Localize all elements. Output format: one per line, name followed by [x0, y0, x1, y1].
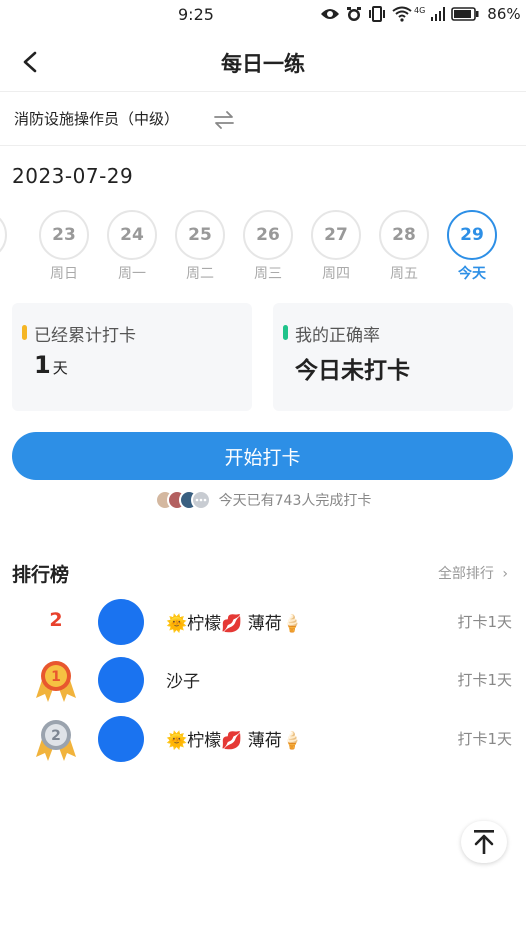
checkin-unit: 天 — [52, 359, 68, 377]
checkin-days: 打卡1天 — [457, 613, 512, 631]
completed-count-text: 今天已有743人完成打卡 — [218, 493, 372, 509]
status-bar: 9:25 4G 86% — [0, 0, 526, 32]
day-label: 周一 — [118, 266, 146, 282]
day-partial — [0, 208, 10, 260]
day-item[interactable]: 25 周二 — [172, 208, 228, 283]
day-item-today[interactable]: 29 今天 — [444, 208, 500, 283]
user-name: 沙子 — [166, 672, 200, 692]
status-icons: 4G 86% — [320, 5, 521, 23]
rank-number: 2 — [49, 609, 63, 631]
day-item[interactable]: 26 周三 — [240, 208, 296, 283]
avatar — [98, 716, 144, 762]
user-name: 🌞柠檬💋 薄荷🍦 — [166, 731, 303, 751]
checkin-value: 1天 — [34, 351, 68, 379]
day-item[interactable]: 24 周一 — [104, 208, 160, 283]
page-title: 每日一练 — [221, 52, 305, 76]
course-name[interactable]: 消防设施操作员（中级） — [14, 108, 179, 129]
avatar — [98, 657, 144, 703]
alarm-icon — [347, 7, 361, 21]
vibrate-icon — [369, 6, 385, 22]
checkin-count: 1 — [34, 351, 51, 379]
day-number: 25 — [175, 210, 225, 260]
day-label: 今天 — [458, 266, 486, 282]
day-item[interactable]: 27 周四 — [308, 208, 364, 283]
ranking-row[interactable]: 2 🌞柠檬💋 薄荷🍦 打卡1天 — [0, 594, 526, 652]
gold-medal-icon: 1 — [36, 661, 76, 702]
day-item[interactable]: 28 周五 — [376, 208, 432, 283]
app-header: 每日一练 — [0, 32, 526, 92]
day-number: 26 — [243, 210, 293, 260]
checkin-days: 打卡1天 — [457, 730, 512, 748]
day-label: 周日 — [50, 266, 78, 282]
day-label: 周三 — [254, 266, 282, 282]
week-strip: 23 周日 24 周一 25 周二 26 周三 27 周四 28 周五 29 今… — [0, 208, 526, 284]
day-item[interactable]: 23 周日 — [36, 208, 92, 283]
start-checkin-button[interactable]: 开始打卡 — [12, 432, 513, 480]
all-ranking-link[interactable]: 全部排行 › — [438, 563, 508, 583]
eye-icon — [321, 9, 339, 19]
more-icon — [190, 490, 211, 510]
status-time: 9:25 — [178, 5, 214, 24]
user-name: 🌞柠檬💋 薄荷🍦 — [166, 614, 303, 634]
day-label: 周五 — [390, 266, 418, 282]
battery-icon — [451, 7, 479, 21]
battery-percent: 86% — [487, 5, 521, 23]
ranking-row[interactable]: 1 沙子 打卡1天 — [0, 652, 526, 710]
completed-row: 今天已有743人完成打卡 — [0, 490, 526, 510]
signal-icon — [431, 7, 446, 21]
day-number: 27 — [311, 210, 361, 260]
silver-medal-icon: 2 — [36, 720, 76, 761]
chevron-right-icon: › — [502, 566, 508, 582]
avatar — [98, 599, 144, 645]
day-label: 周二 — [186, 266, 214, 282]
green-bar-icon — [283, 325, 288, 340]
day-number: 28 — [379, 210, 429, 260]
arrow-up-to-top-icon — [474, 830, 494, 854]
day-label: 周四 — [322, 266, 350, 282]
day-number: 23 — [39, 210, 89, 260]
wifi-icon — [392, 6, 412, 22]
accuracy-value: 今日未打卡 — [295, 358, 410, 384]
svg-text:1: 1 — [51, 669, 61, 685]
all-ranking-label: 全部排行 — [437, 566, 494, 582]
day-number: 24 — [107, 210, 157, 260]
day-number: 29 — [447, 210, 497, 260]
back-to-top-button[interactable] — [461, 821, 507, 863]
checkin-days: 打卡1天 — [457, 671, 512, 689]
avatar-stack — [154, 490, 215, 510]
accuracy-card: 我的正确率 今日未打卡 — [273, 303, 513, 411]
current-date: 2023-07-29 — [12, 164, 134, 188]
network-type-label: 4G — [414, 5, 426, 15]
yellow-bar-icon — [22, 325, 27, 340]
ranking-title: 排行榜 — [12, 564, 70, 586]
course-selector: 消防设施操作员（中级） — [0, 92, 526, 146]
ranking-row[interactable]: 2 🌞柠檬💋 薄荷🍦 打卡1天 — [0, 711, 526, 769]
checkin-card: 已经累计打卡 1天 — [12, 303, 252, 411]
accuracy-label: 我的正确率 — [295, 326, 380, 346]
checkin-label: 已经累计打卡 — [34, 326, 136, 346]
switch-icon[interactable] — [212, 110, 236, 130]
svg-text:2: 2 — [51, 728, 61, 744]
